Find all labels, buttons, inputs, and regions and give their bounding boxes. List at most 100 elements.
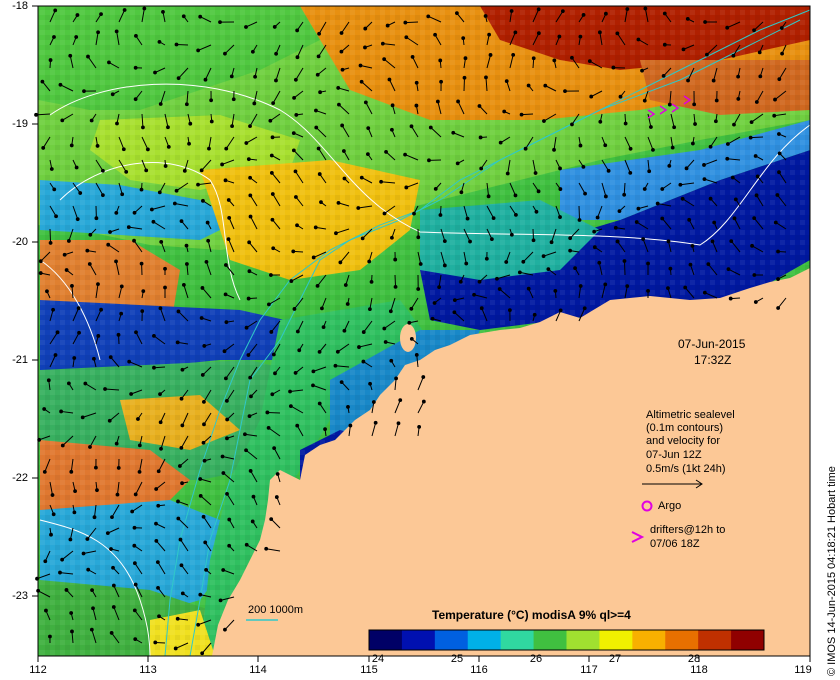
velocity-arrow-head xyxy=(95,488,99,493)
velocity-arrow-head xyxy=(758,74,763,79)
velocity-arrow-head xyxy=(137,443,142,448)
velocity-arrow-head xyxy=(776,306,781,310)
velocity-arrow-head xyxy=(269,330,274,334)
velocity-arrow-head xyxy=(60,443,65,448)
colorbar-segment xyxy=(369,630,403,650)
velocity-arrow-head xyxy=(484,75,488,80)
velocity-arrow-head xyxy=(59,409,64,414)
velocity-arrow-head xyxy=(292,307,297,311)
velocity-arrow-head xyxy=(753,300,758,304)
velocity-arrow-head xyxy=(315,283,320,288)
velocity-arrow-head xyxy=(371,400,376,404)
velocity-arrow-head xyxy=(42,469,47,474)
velocity-arrow-head xyxy=(390,103,395,108)
velocity-arrow-head xyxy=(337,102,341,107)
velocity-arrow-head xyxy=(667,163,672,168)
velocity-arrow-head xyxy=(651,147,655,152)
velocity-arrow-head xyxy=(175,616,180,621)
velocity-arrow-head xyxy=(184,243,189,248)
velocity-arrow-head xyxy=(478,135,483,140)
velocity-arrow-head xyxy=(341,149,346,153)
velocity-arrow-head xyxy=(311,369,316,374)
velocity-arrow-head xyxy=(442,263,447,268)
velocity-arrow-head xyxy=(132,561,137,566)
velocity-arrow-head xyxy=(592,229,597,234)
velocity-arrow-head xyxy=(390,235,394,240)
velocity-arrow-head xyxy=(359,175,364,180)
velocity-arrow-head xyxy=(82,89,86,94)
velocity-arrow-head xyxy=(157,39,162,44)
velocity-arrow-head xyxy=(426,14,431,19)
velocity-arrow-head xyxy=(335,349,340,354)
velocity-arrow-head xyxy=(752,216,757,221)
velocity-arrow-head xyxy=(421,399,426,404)
velocity-arrow-head xyxy=(439,79,443,84)
velocity-arrow-head xyxy=(513,30,518,35)
velocity-arrow-head xyxy=(173,646,178,651)
velocity-arrow-head xyxy=(200,286,205,290)
velocity-arrow-head xyxy=(642,187,647,191)
velocity-arrow-head xyxy=(398,398,403,403)
velocity-arrow-head xyxy=(178,464,182,468)
velocity-arrow-head xyxy=(251,494,256,499)
velocity-arrow-head xyxy=(271,246,276,251)
velocity-arrow-head xyxy=(438,213,443,217)
velocity-arrow-head xyxy=(38,259,43,264)
velocity-arrow-head xyxy=(69,143,74,148)
colorbar-tick: 27 xyxy=(608,653,622,665)
velocity-arrow-head xyxy=(526,286,531,291)
velocity-arrow-head xyxy=(521,259,526,264)
velocity-arrow-head xyxy=(451,130,456,135)
velocity-arrow-head xyxy=(597,260,602,265)
velocity-arrow-head xyxy=(115,492,120,497)
velocity-arrow-head xyxy=(139,261,144,266)
velocity-arrow-head xyxy=(291,148,296,153)
velocity-arrow-head xyxy=(253,74,257,79)
velocity-arrow-head xyxy=(502,109,507,114)
velocity-arrow xyxy=(405,21,419,24)
velocity-arrow-head xyxy=(456,99,460,104)
velocity-arrow-head xyxy=(132,543,137,548)
velocity-arrow-head xyxy=(733,197,738,202)
argo-label: Argo xyxy=(658,500,682,512)
velocity-arrow-head xyxy=(185,262,189,266)
velocity-arrow-head xyxy=(603,194,608,199)
velocity-arrow-head xyxy=(198,14,203,19)
velocity-arrow-head xyxy=(94,216,99,221)
velocity-arrow-head xyxy=(342,176,347,181)
velocity-arrow-head xyxy=(634,220,639,224)
velocity-arrow-head xyxy=(777,77,782,82)
velocity-arrow-head xyxy=(157,614,161,619)
velocity-arrow-head xyxy=(132,238,136,243)
velocity-arrow-head xyxy=(78,191,83,195)
velocity-arrow-head xyxy=(227,543,232,548)
velocity-arrow-head xyxy=(55,330,60,335)
velocity-arrow-head xyxy=(152,365,156,370)
colorbar xyxy=(369,630,765,650)
velocity-arrow-head xyxy=(264,546,269,551)
velocity-arrow-head xyxy=(613,225,618,230)
velocity-arrow-head xyxy=(636,37,641,42)
velocity-arrow-head xyxy=(780,51,784,56)
velocity-arrow-head xyxy=(704,52,709,57)
velocity-arrow-head xyxy=(203,77,208,82)
velocity-arrow-head xyxy=(166,125,170,130)
velocity-arrow-head xyxy=(702,290,707,295)
velocity-arrow-head xyxy=(511,53,516,57)
velocity-arrow-head xyxy=(274,495,279,499)
velocity-arrow-head xyxy=(546,267,551,272)
velocity-arrow-head xyxy=(297,348,302,353)
velocity-arrow-head xyxy=(108,230,112,234)
velocity-arrow-head xyxy=(198,493,203,498)
velocity-arrow-head xyxy=(573,266,577,271)
velocity-arrow-head xyxy=(732,216,737,221)
velocity-arrow-head xyxy=(133,65,138,70)
velocity-arrow-head xyxy=(714,98,719,103)
velocity-arrow-head xyxy=(455,161,460,166)
velocity-arrow-head xyxy=(67,239,71,243)
velocity-arrow-head xyxy=(244,325,249,330)
velocity-arrow-head xyxy=(52,187,57,192)
velocity-arrow-head xyxy=(291,131,296,135)
lat-tick: -22 xyxy=(12,472,28,484)
velocity-arrow-head xyxy=(338,260,343,265)
